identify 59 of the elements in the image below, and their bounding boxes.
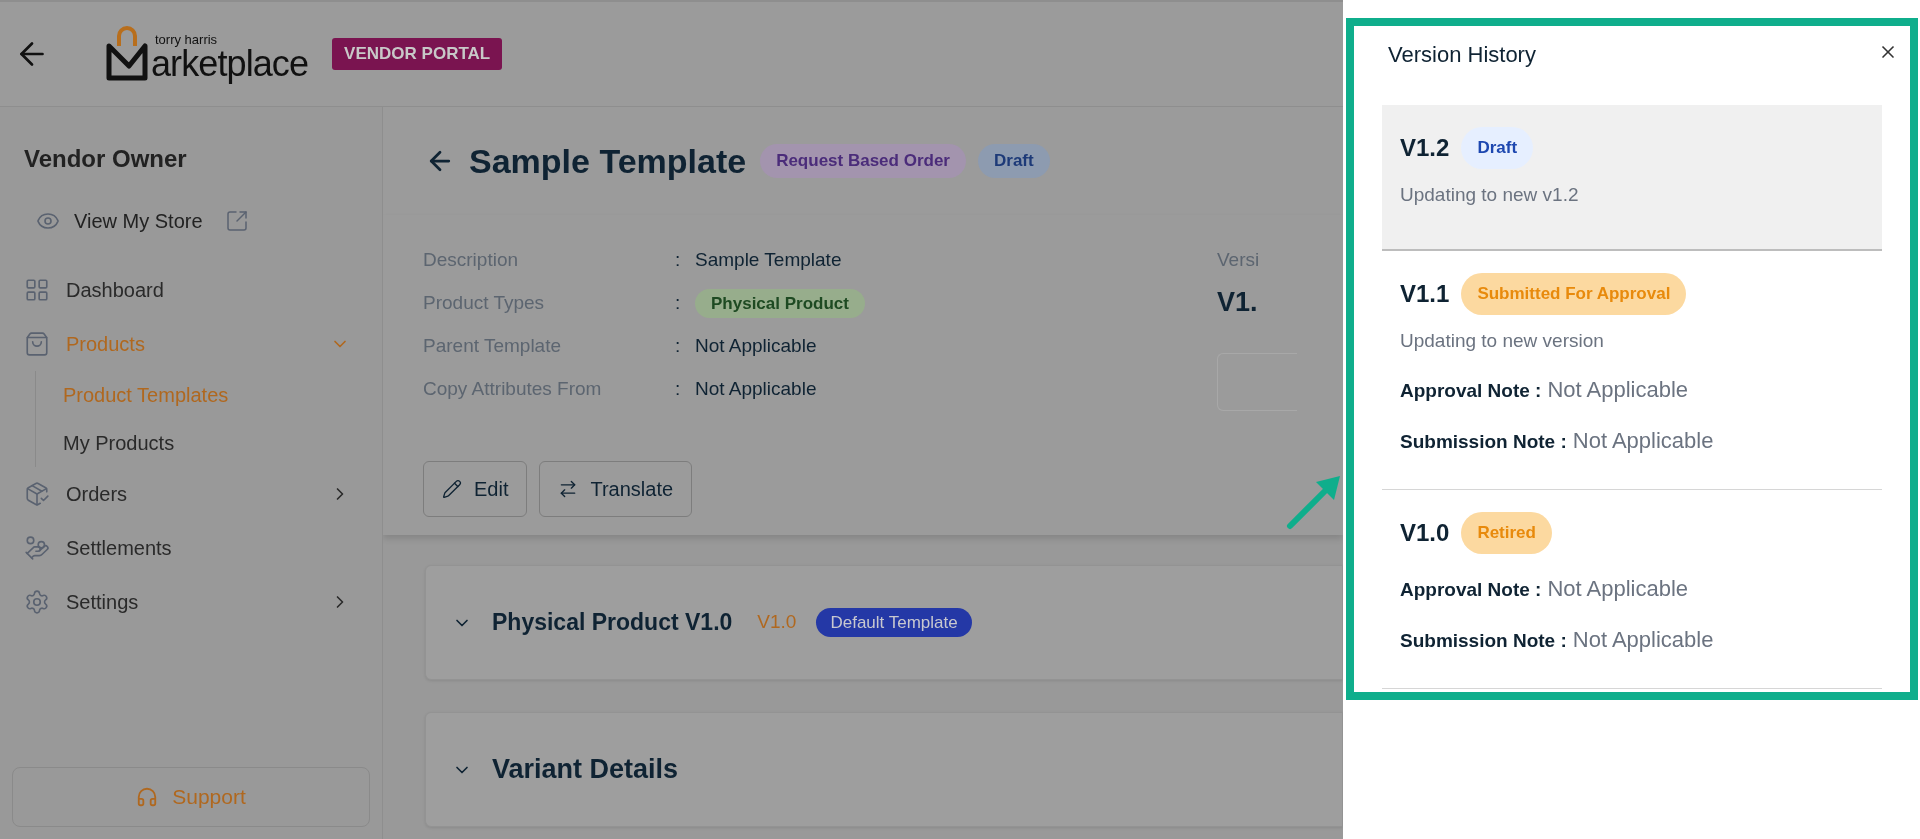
status-tag: Submitted For Approval	[1461, 273, 1687, 315]
version-description: Updating to new v1.2	[1400, 182, 1580, 207]
section-title: Physical Product V1.0	[492, 608, 733, 638]
note-value: Not Applicable	[1572, 427, 1714, 455]
status-tag: Draft	[978, 144, 1050, 178]
status-tag: Draft	[1461, 127, 1534, 169]
note-value: Not Applicable	[1572, 625, 1714, 654]
colon: :	[675, 334, 682, 359]
note-label: Approval Note :	[1400, 379, 1542, 403]
nav-icon	[24, 481, 50, 507]
detail-label: Description	[423, 248, 520, 273]
headphones-icon	[136, 786, 159, 808]
status-tag: Retired	[1461, 512, 1552, 554]
section-version: V1.0	[757, 610, 797, 635]
version-label: Versi	[1216, 248, 1261, 273]
note-value: Not Applicable	[1547, 376, 1689, 404]
annotation-arrow	[1286, 474, 1342, 530]
logo-wordmark: arketplace	[151, 46, 309, 82]
status-tag: Request Based Order	[760, 144, 966, 178]
nav-item[interactable]: Settlements	[0, 521, 382, 575]
note-label: Submission Note :	[1400, 628, 1567, 653]
logo-tagline: torry harris	[155, 33, 219, 46]
action-button[interactable]: Edit	[423, 461, 528, 517]
note-value: Not Applicable	[1547, 574, 1689, 603]
nav-item[interactable]: Orders	[0, 467, 382, 521]
version-number: V1.2	[1400, 132, 1450, 163]
nav-icon	[24, 277, 50, 303]
pencil-icon	[442, 479, 462, 499]
version-value: V1.	[1216, 286, 1259, 319]
view-store-link[interactable]: View My Store	[36, 199, 382, 243]
section-title: Variant Details	[492, 753, 679, 787]
note-label: Approval Note :	[1400, 577, 1542, 602]
detail-value: Not Applicable	[695, 377, 817, 402]
colon: :	[675, 291, 682, 316]
version-number: V1.1	[1400, 278, 1450, 309]
detail-value: Not Applicable	[695, 334, 817, 359]
nav-icon	[24, 589, 50, 615]
version-entry[interactable]: V1.2 Draft Updating to new v1.2	[1382, 105, 1882, 251]
version-description: Updating to new version	[1400, 328, 1605, 353]
nav-subitem[interactable]: My Products	[36, 419, 382, 467]
sidebar-title: Vendor Owner	[24, 144, 188, 174]
nav-icon	[24, 535, 50, 561]
drawer-title: Version History	[1388, 41, 1536, 69]
detail-value: Sample Template	[695, 248, 842, 273]
version-number: V1.0	[1400, 517, 1450, 548]
detail-label: Product Types	[423, 291, 546, 316]
detail-label: Copy Attributes From	[423, 377, 603, 402]
colon: :	[675, 377, 682, 402]
template-badge: Default Template	[816, 607, 972, 638]
note-label: Submission Note :	[1400, 430, 1567, 454]
product-type-tag: Physical Product	[695, 288, 865, 319]
detail-label: Parent Template	[423, 334, 562, 359]
nav-item[interactable]: Settings	[0, 575, 382, 629]
portal-badge: VENDOR PORTAL	[332, 38, 503, 70]
action-button[interactable]: Translate	[539, 461, 693, 517]
nav-item[interactable]: Dashboard	[0, 263, 382, 317]
colon: :	[675, 248, 682, 273]
nav-icon	[24, 331, 50, 357]
page-title: Sample Template	[469, 140, 747, 182]
